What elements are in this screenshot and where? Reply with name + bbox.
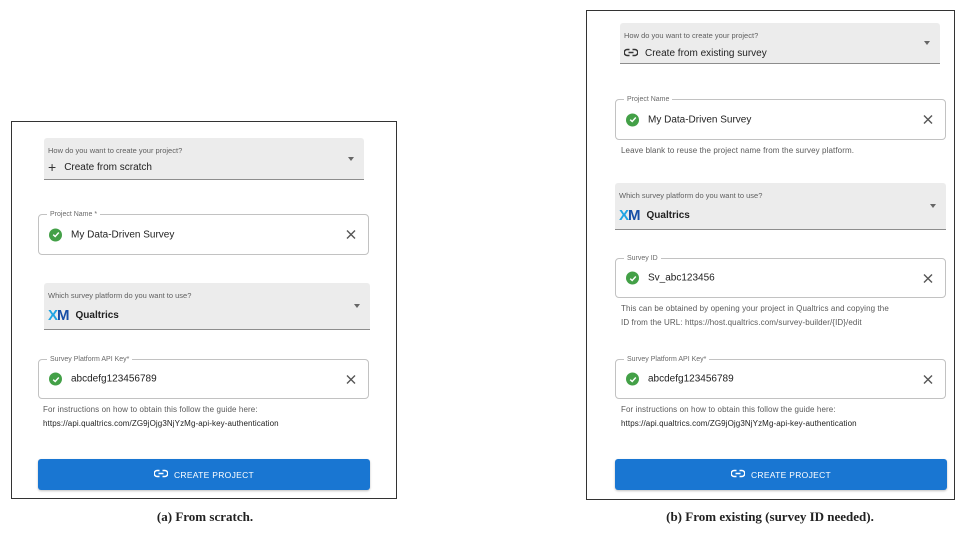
caption-from-existing: (b) From existing (survey ID needed). [666, 509, 874, 524]
platform-label: Which survey platform do you want to use… [619, 191, 763, 200]
project-name-value: My Data-Driven Survey [49, 228, 174, 241]
close-icon[interactable] [345, 374, 356, 385]
link-icon [153, 469, 169, 480]
close-icon[interactable] [922, 374, 933, 385]
project-name-label: Project Name [624, 95, 673, 104]
api-key-field[interactable]: Survey Platform API Key* abcdefg12345678… [38, 355, 369, 399]
create-method-value: Create from existing survey [623, 44, 767, 62]
platform-text: Qualtrics [646, 210, 690, 221]
create-project-button[interactable]: CREATE PROJECT [615, 459, 947, 490]
link-icon [623, 44, 639, 62]
create-method-select[interactable]: How do you want to create your project? … [620, 23, 940, 64]
survey-id-label: Survey ID [624, 254, 661, 263]
create-method-text: Create from scratch [64, 161, 152, 173]
qualtrics-xm-logo: XM [48, 307, 69, 324]
check-circle-icon [626, 271, 639, 285]
api-key-help: For instructions on how to obtain this f… [621, 403, 857, 431]
api-key-help-url[interactable]: https://api.qualtrics.com/ZG9jOjg3NjYzMg… [621, 417, 857, 431]
create-method-label: How do you want to create your project? [48, 146, 183, 155]
chevron-down-icon[interactable] [354, 304, 360, 308]
platform-value: XM Qualtrics [48, 308, 119, 323]
project-name-text: My Data-Driven Survey [648, 114, 752, 125]
survey-id-value: Sv_abc123456 [626, 271, 715, 285]
survey-id-field[interactable]: Survey ID Sv_abc123456 [615, 254, 946, 298]
check-circle-icon [626, 372, 639, 386]
survey-id-help-line: This can be obtained by opening your pro… [621, 304, 889, 313]
close-icon[interactable] [345, 229, 356, 240]
create-project-label: CREATE PROJECT [173, 469, 255, 480]
chevron-down-icon[interactable] [924, 41, 930, 45]
chevron-down-icon[interactable] [348, 156, 354, 161]
plus-icon: + [48, 159, 57, 175]
create-method-select[interactable]: How do you want to create your project? … [44, 138, 364, 180]
api-key-help-url[interactable]: https://api.qualtrics.com/ZG9jOjg3NjYzMg… [43, 417, 279, 431]
project-name-help: Leave blank to reuse the project name fr… [621, 146, 855, 155]
api-key-help: For instructions on how to obtain this f… [43, 403, 279, 431]
check-circle-icon [49, 372, 62, 386]
check-circle-icon [626, 113, 639, 126]
project-name-field[interactable]: Project Name My Data-Driven Survey [615, 95, 946, 140]
api-key-help-line: For instructions on how to obtain this f… [43, 405, 258, 414]
create-project-label: CREATE PROJECT [750, 469, 832, 480]
create-method-label: How do you want to create your project? [624, 31, 759, 40]
api-key-value: abcdefg123456789 [626, 372, 734, 386]
platform-value: XM Qualtrics [619, 208, 690, 223]
api-key-text: abcdefg123456789 [71, 373, 157, 385]
form-panel-from-existing: How do you want to create your project? … [586, 10, 955, 500]
api-key-value: abcdefg123456789 [49, 372, 157, 386]
survey-id-help-line: ID from the URL: https://host.qualtrics.… [621, 318, 862, 327]
api-key-label: Survey Platform API Key* [47, 355, 133, 364]
link-icon [730, 469, 746, 480]
survey-id-help: This can be obtained by opening your pro… [621, 302, 889, 330]
form-panel-from-scratch: How do you want to create your project? … [11, 121, 397, 499]
project-name-label: Project Name * [47, 210, 101, 219]
close-icon[interactable] [922, 114, 933, 125]
platform-text: Qualtrics [75, 310, 119, 321]
project-name-field[interactable]: Project Name * My Data-Driven Survey [38, 210, 369, 255]
check-circle-icon [49, 228, 62, 241]
api-key-text: abcdefg123456789 [648, 373, 734, 385]
project-name-value: My Data-Driven Survey [626, 113, 751, 126]
platform-select[interactable]: Which survey platform do you want to use… [44, 283, 370, 330]
create-method-text: Create from existing survey [645, 47, 767, 59]
api-key-field[interactable]: Survey Platform API Key* abcdefg12345678… [615, 355, 946, 399]
project-name-text: My Data-Driven Survey [71, 229, 175, 240]
close-icon[interactable] [922, 273, 933, 284]
create-project-button[interactable]: CREATE PROJECT [38, 459, 370, 490]
api-key-label: Survey Platform API Key* [624, 355, 710, 364]
api-key-help-line: For instructions on how to obtain this f… [621, 405, 836, 414]
caption-from-scratch: (a) From scratch. [156, 509, 254, 524]
platform-label: Which survey platform do you want to use… [48, 291, 192, 300]
platform-select[interactable]: Which survey platform do you want to use… [615, 183, 946, 230]
create-method-value: + Create from scratch [48, 160, 152, 174]
chevron-down-icon[interactable] [930, 204, 936, 208]
survey-id-text: Sv_abc123456 [648, 272, 715, 284]
qualtrics-xm-logo: XM [619, 207, 640, 224]
